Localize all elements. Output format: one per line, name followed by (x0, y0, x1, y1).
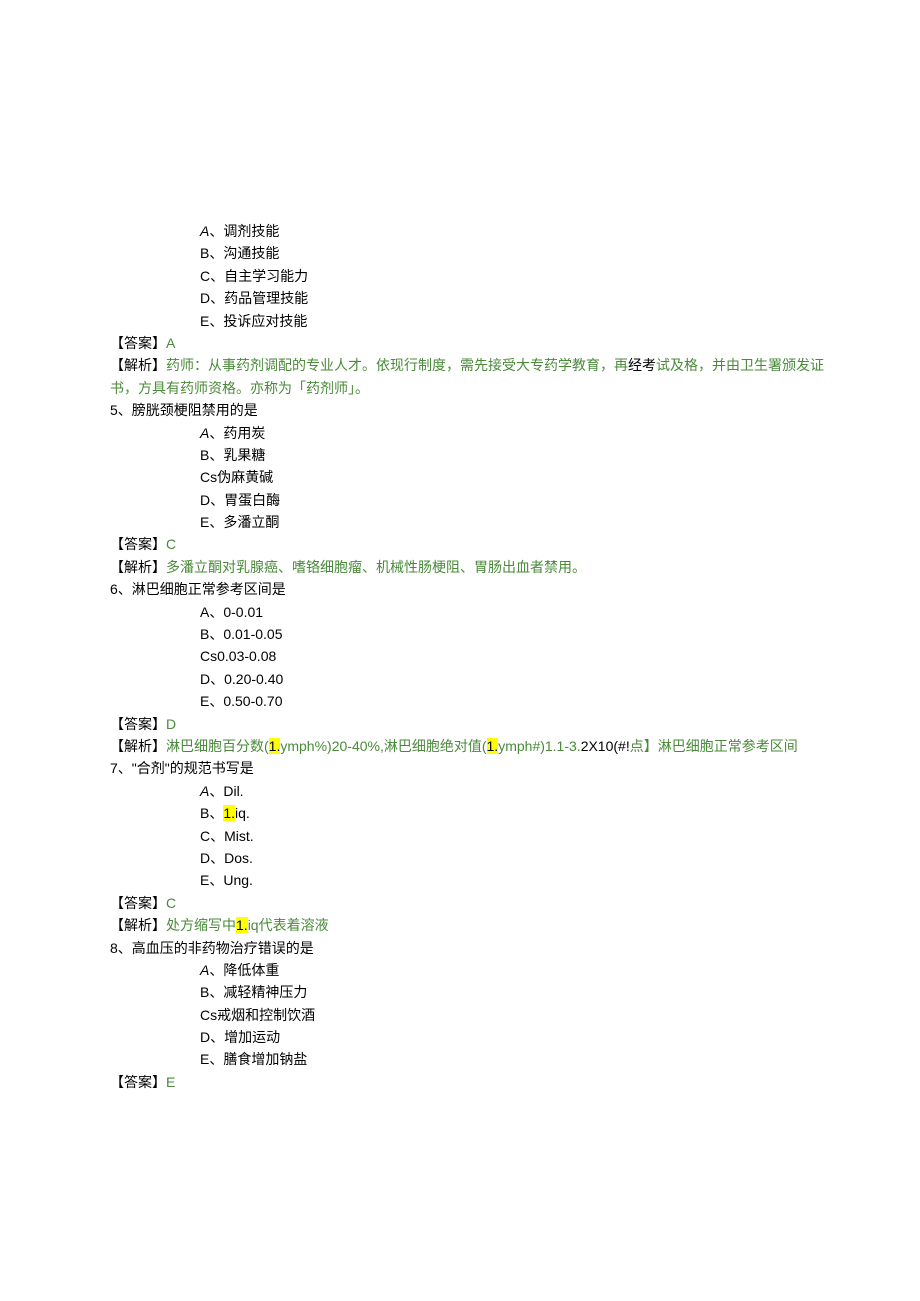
option-letter: A (200, 425, 209, 441)
analysis-p3: ymph#)1.1-3. (498, 738, 580, 754)
q5-option-e: E、多潘立酮 (90, 511, 830, 533)
answer-label: 【答案】 (110, 895, 166, 911)
analysis-p4: 2X10(#! (581, 738, 630, 754)
analysis-text-black: 经考 (628, 357, 656, 373)
document-page: A、调剂技能 B、沟通技能 C、自主学习能力 D、药品管理技能 E、投诉应对技能… (0, 0, 920, 1293)
option-post: iq. (235, 805, 250, 821)
highlight: 1. (223, 805, 235, 821)
q4-option-a: A、调剂技能 (90, 220, 830, 242)
analysis-label: 【解析】 (110, 917, 166, 933)
q6-option-d: D、0.20-0.40 (90, 668, 830, 690)
q4-option-e: E、投诉应对技能 (90, 310, 830, 332)
analysis-label: 【解析】 (110, 357, 166, 373)
q7-option-b: B、1.iq. (90, 802, 830, 824)
q6-option-a: A、0-0.01 (90, 601, 830, 623)
q7-stem: 7、"合剂"的规范书写是 (90, 757, 830, 779)
analysis-label: 【解析】 (110, 559, 166, 575)
answer-value: C (166, 536, 176, 552)
q5-option-b: B、乳果糖 (90, 444, 830, 466)
option-text: 、药用炭 (209, 425, 265, 441)
q8-option-d: D、增加运动 (90, 1026, 830, 1048)
highlight: 1. (487, 738, 499, 754)
q4-option-d: D、药品管理技能 (90, 287, 830, 309)
answer-value: C (166, 895, 176, 911)
answer-value: D (166, 716, 176, 732)
q8-option-b: B、减轻精神压力 (90, 981, 830, 1003)
q8-option-c: Cs戒烟和控制饮酒 (90, 1004, 830, 1026)
analysis-text: 药师：从事药剂调配的专业人才。依现行制度，需先接受大专药学教育，再 (166, 357, 628, 373)
q5-option-a: A、药用炭 (90, 422, 830, 444)
analysis-text: 多潘立酮对乳腺癌、嗜铬细胞瘤、机械性肠梗阻、胃肠出血者禁用。 (166, 559, 586, 575)
answer-label: 【答案】 (110, 1074, 166, 1090)
analysis-p2: ymph%)20-40%,淋巴细胞绝对值( (280, 738, 486, 754)
highlight: 1. (236, 917, 248, 933)
q6-option-c: Cs0.03-0.08 (90, 645, 830, 667)
q4-answer: 【答案】A (90, 332, 830, 354)
answer-value: A (166, 335, 175, 351)
q6-option-b: B、0.01-0.05 (90, 623, 830, 645)
q6-stem: 6、淋巴细胞正常参考区间是 (90, 578, 830, 600)
q7-analysis: 【解析】处方缩写中1.iq代表着溶液 (90, 914, 830, 936)
q7-answer: 【答案】C (90, 892, 830, 914)
answer-label: 【答案】 (110, 716, 166, 732)
q7-option-c: C、Mist. (90, 825, 830, 847)
analysis-p2: iq代表着溶液 (248, 917, 329, 933)
q8-answer: 【答案】E (90, 1071, 830, 1093)
option-letter: A (200, 223, 209, 239)
option-text: 、降低体重 (209, 962, 279, 978)
answer-label: 【答案】 (110, 335, 166, 351)
analysis-p5: 点】淋巴细胞正常参考区间 (630, 738, 798, 754)
q7-option-e: E、Ung. (90, 869, 830, 891)
q6-answer: 【答案】D (90, 713, 830, 735)
q6-option-e: E、0.50-0.70 (90, 690, 830, 712)
option-letter: A (200, 962, 209, 978)
option-pre: B、 (200, 805, 223, 821)
q5-option-d: D、胃蛋白酶 (90, 489, 830, 511)
q5-stem: 5、膀胱颈梗阻禁用的是 (90, 399, 830, 421)
option-letter: A (200, 783, 209, 799)
analysis-p1: 淋巴细胞百分数( (166, 738, 269, 754)
q4-option-c: C、自主学习能力 (90, 265, 830, 287)
q8-stem: 8、高血压的非药物治疗错误的是 (90, 937, 830, 959)
q6-analysis: 【解析】淋巴细胞百分数(1.ymph%)20-40%,淋巴细胞绝对值(1.ymp… (90, 735, 830, 757)
option-text: 、Dil. (209, 783, 243, 799)
q5-analysis: 【解析】多潘立酮对乳腺癌、嗜铬细胞瘤、机械性肠梗阻、胃肠出血者禁用。 (90, 556, 830, 578)
q4-option-b: B、沟通技能 (90, 242, 830, 264)
q8-option-a: A、降低体重 (90, 959, 830, 981)
analysis-label: 【解析】 (110, 738, 166, 754)
analysis-p1: 处方缩写中 (166, 917, 236, 933)
answer-label: 【答案】 (110, 536, 166, 552)
answer-value: E (166, 1074, 175, 1090)
q8-option-e: E、膳食增加钠盐 (90, 1048, 830, 1070)
q7-option-a: A、Dil. (90, 780, 830, 802)
q5-answer: 【答案】C (90, 533, 830, 555)
q7-option-d: D、Dos. (90, 847, 830, 869)
highlight: 1. (269, 738, 281, 754)
q4-analysis: 【解析】药师：从事药剂调配的专业人才。依现行制度，需先接受大专药学教育，再经考试… (90, 354, 830, 399)
q5-option-c: Cs伪麻黄碱 (90, 466, 830, 488)
option-text: 、调剂技能 (209, 223, 279, 239)
